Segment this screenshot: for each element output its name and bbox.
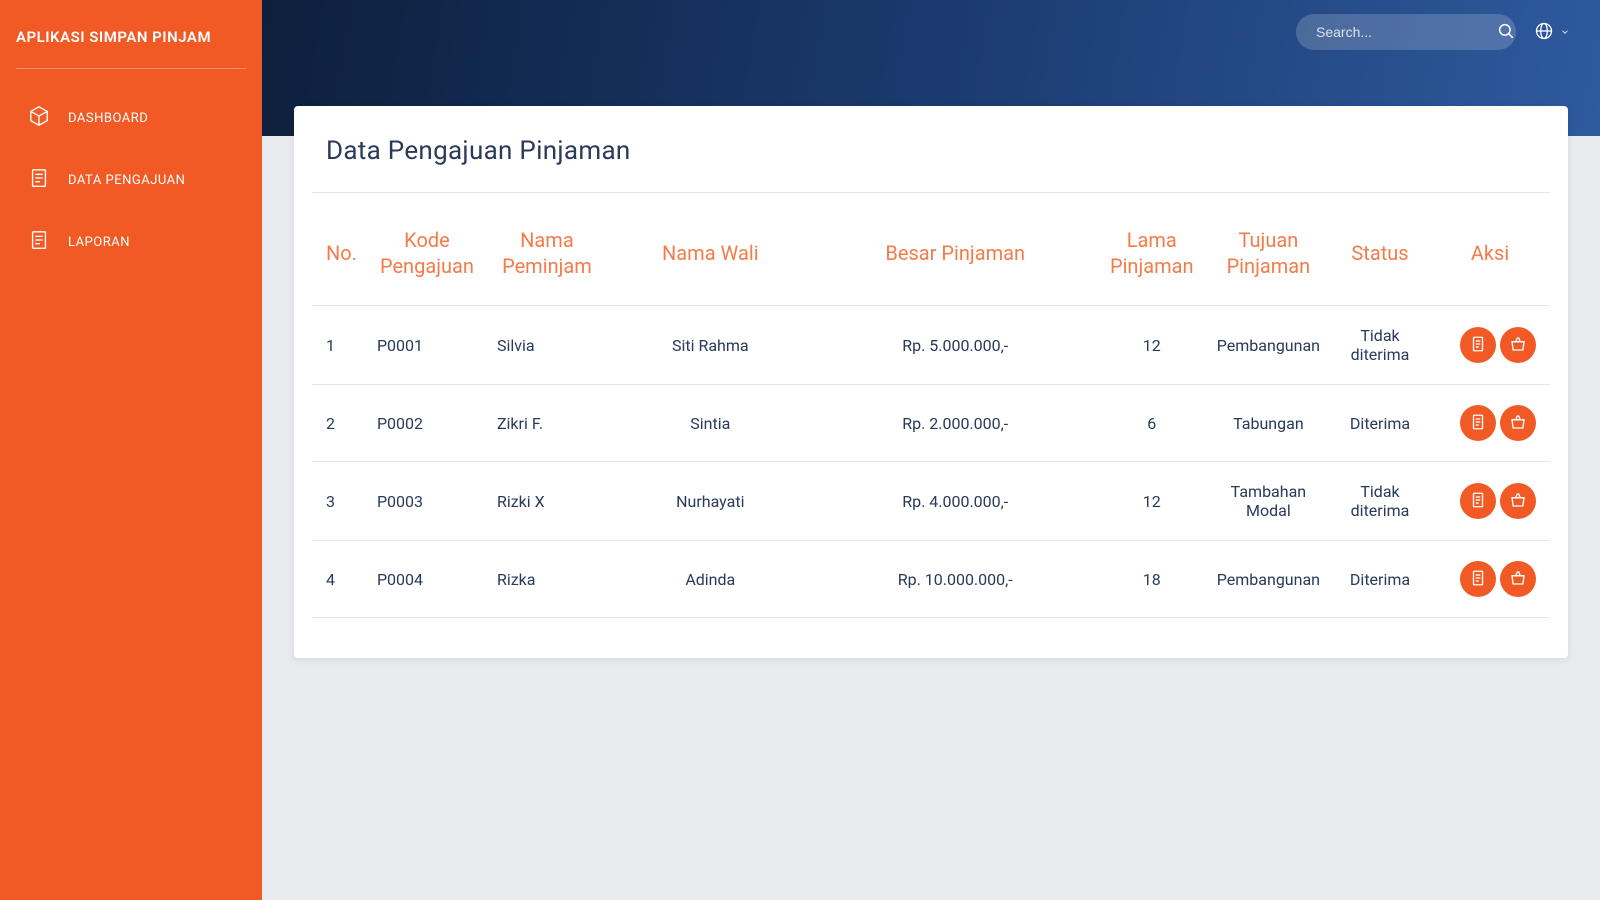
cell-tujuan: Tabungan [1207,385,1330,462]
th-besar: Besar Pinjaman [814,215,1097,306]
cell-nama-peminjam: Rizki X [487,462,607,541]
search-wrap [1296,14,1516,50]
chevron-down-icon [1560,25,1570,40]
table-row: 3P0003Rizki XNurhayatiRp. 4.000.000,-12T… [312,462,1550,541]
cell-aksi [1430,385,1550,462]
cell-besar: Rp. 4.000.000,- [814,462,1097,541]
cell-no: 3 [312,462,367,541]
search-input[interactable] [1316,24,1497,40]
cell-tujuan: Pembangunan [1207,306,1330,385]
delete-button[interactable] [1500,483,1536,519]
globe-icon [1534,21,1554,44]
cell-no: 2 [312,385,367,462]
document-icon [1469,569,1487,590]
cell-kode: P0004 [367,541,487,618]
language-button[interactable] [1534,21,1570,44]
cell-nama-peminjam: Silvia [487,306,607,385]
sidebar-item-dashboard[interactable]: DASHBOARD [0,87,262,149]
sidebar-item-laporan[interactable]: LAPORAN [0,211,262,273]
view-button[interactable] [1460,327,1496,363]
top-actions [1534,14,1570,50]
basket-icon [1509,413,1527,434]
sidebar-item-label: DASHBOARD [68,111,148,126]
th-kode: Kode Pengajuan [367,215,487,306]
cube-icon [28,105,50,131]
delete-button[interactable] [1500,561,1536,597]
th-aksi: Aksi [1430,215,1550,306]
cell-nama-wali: Nurhayati [607,462,814,541]
th-nama-peminjam: Nama Peminjam [487,215,607,306]
cell-besar: Rp. 5.000.000,- [814,306,1097,385]
main: Data Pengajuan Pinjaman No. Kode Pengaju… [262,0,1600,900]
sidebar-divider [16,68,246,69]
th-tujuan: Tujuan Pinjaman [1207,215,1330,306]
view-button[interactable] [1460,483,1496,519]
th-no: No. [312,215,367,306]
content-area: Data Pengajuan Pinjaman No. Kode Pengaju… [262,106,1600,900]
cell-lama: 12 [1097,462,1207,541]
cell-aksi [1430,306,1550,385]
cell-nama-wali: Siti Rahma [607,306,814,385]
cell-no: 4 [312,541,367,618]
cell-status: Tidak diterima [1330,462,1430,541]
table-row: 1P0001SilviaSiti RahmaRp. 5.000.000,-12P… [312,306,1550,385]
delete-button[interactable] [1500,405,1536,441]
table-row: 4P0004RizkaAdindaRp. 10.000.000,-18Pemba… [312,541,1550,618]
document-list-icon [28,167,50,193]
cell-kode: P0001 [367,306,487,385]
pengajuan-table: No. Kode Pengajuan Nama Peminjam Nama Wa… [312,215,1550,618]
delete-button[interactable] [1500,327,1536,363]
basket-icon [1509,491,1527,512]
cell-tujuan: Pembangunan [1207,541,1330,618]
cell-kode: P0003 [367,462,487,541]
cell-nama-peminjam: Zikri F. [487,385,607,462]
cell-kode: P0002 [367,385,487,462]
table-header-row: No. Kode Pengajuan Nama Peminjam Nama Wa… [312,215,1550,306]
sidebar-item-label: DATA PENGAJUAN [68,173,185,188]
cell-tujuan: Tambahan Modal [1207,462,1330,541]
search-button[interactable] [1497,22,1515,43]
sidebar-item-data-pengajuan[interactable]: DATA PENGAJUAN [0,149,262,211]
cell-status: Tidak diterima [1330,306,1430,385]
sidebar: APLIKASI SIMPAN PINJAM DASHBOARD DATA PE… [0,0,262,900]
view-button[interactable] [1460,405,1496,441]
basket-icon [1509,569,1527,590]
cell-besar: Rp. 2.000.000,- [814,385,1097,462]
th-nama-wali: Nama Wali [607,215,814,306]
cell-status: Diterima [1330,385,1430,462]
cell-besar: Rp. 10.000.000,- [814,541,1097,618]
cell-lama: 12 [1097,306,1207,385]
cell-no: 1 [312,306,367,385]
cell-aksi [1430,541,1550,618]
view-button[interactable] [1460,561,1496,597]
card-data-pengajuan: Data Pengajuan Pinjaman No. Kode Pengaju… [294,106,1568,658]
cell-nama-peminjam: Rizka [487,541,607,618]
cell-nama-wali: Sintia [607,385,814,462]
cell-lama: 18 [1097,541,1207,618]
page-title: Data Pengajuan Pinjaman [312,136,1550,193]
cell-lama: 6 [1097,385,1207,462]
document-icon [1469,335,1487,356]
th-lama: Lama Pinjaman [1097,215,1207,306]
cell-nama-wali: Adinda [607,541,814,618]
table-row: 2P0002Zikri F.SintiaRp. 2.000.000,-6Tabu… [312,385,1550,462]
cell-aksi [1430,462,1550,541]
app-title: APLIKASI SIMPAN PINJAM [0,20,262,68]
basket-icon [1509,335,1527,356]
cell-status: Diterima [1330,541,1430,618]
sidebar-item-label: LAPORAN [68,235,130,250]
th-status: Status [1330,215,1430,306]
search-icon [1497,22,1515,43]
document-icon [1469,413,1487,434]
document-list-icon [28,229,50,255]
document-icon [1469,491,1487,512]
